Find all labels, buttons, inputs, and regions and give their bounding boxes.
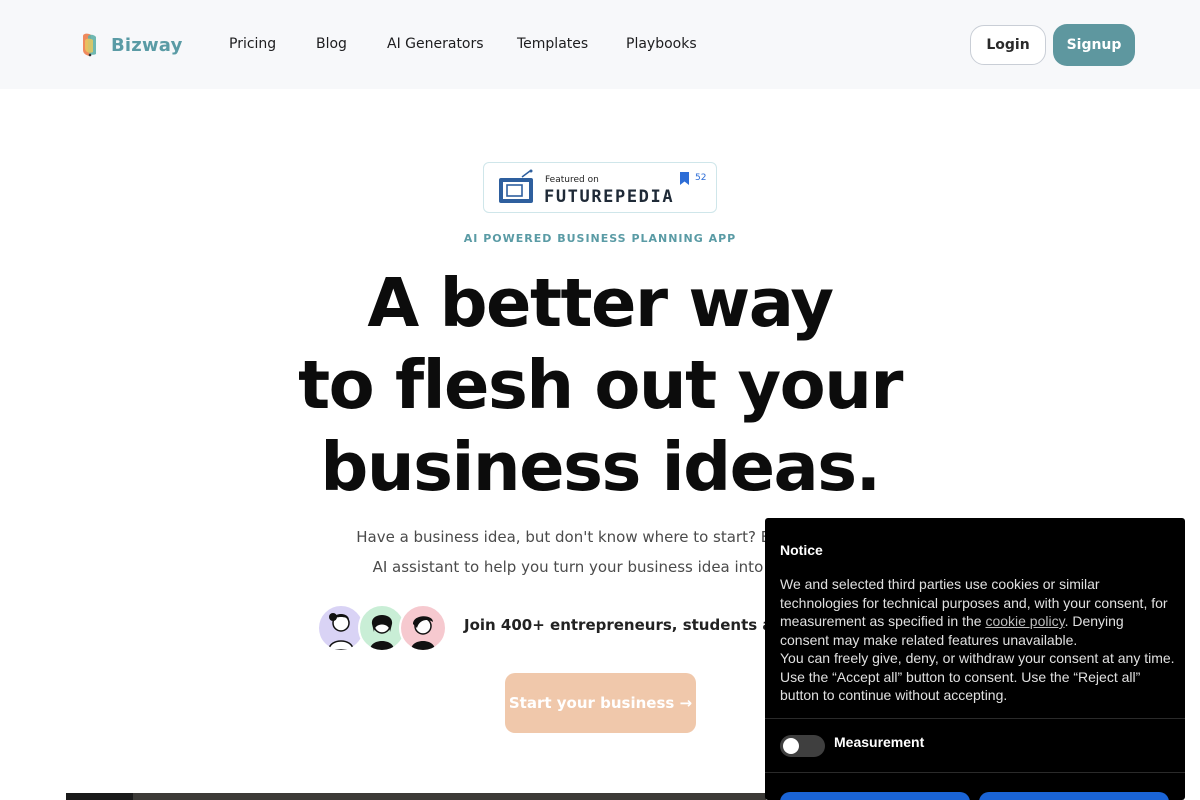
badge-featured-text: Featured on [545,175,599,185]
signup-button[interactable]: Signup [1053,24,1135,66]
person-illustration-icon [370,615,394,650]
hero-title-line: business ideas. [320,428,881,506]
futurepedia-badge[interactable]: Featured on FUTUREPEDIA 52 [483,162,717,213]
nav-playbooks[interactable]: Playbooks [626,36,697,52]
person-illustration-icon [411,616,435,650]
accept-all-button[interactable] [979,792,1169,800]
nav-templates[interactable]: Templates [517,36,588,52]
measurement-toggle[interactable] [780,735,825,757]
notice-title: Notice [780,542,823,558]
person-illustration-icon [328,613,354,650]
site-header: Bizway Pricing Blog AI Generators Templa… [0,0,1200,89]
badge-brand-text: FUTUREPEDIA [544,187,675,207]
brand-name: Bizway [111,34,183,56]
badge-count: 52 [695,173,707,183]
avatar-group [317,604,447,654]
cookie-policy-link[interactable]: cookie policy [985,613,1064,629]
start-business-button[interactable]: Start your business → [505,673,696,733]
measurement-label: Measurement [834,734,925,750]
video-preview-frame [133,793,766,800]
hero-title-line: A better way [367,264,834,342]
hero-title: A better way to flesh out your business … [0,262,1200,508]
bizway-logo-icon [83,33,96,57]
notice-divider [765,718,1185,719]
nav-ai-generators[interactable]: AI Generators [387,36,484,52]
notice-text: You can freely give, deny, or withdraw y… [780,650,1175,666]
notice-divider [765,772,1185,773]
avatar [399,604,447,652]
monitor-icon [499,169,533,203]
bookmark-icon [680,172,689,185]
hero-title-line: to flesh out your [298,346,903,424]
nav-blog[interactable]: Blog [316,36,347,52]
cookie-notice: Notice We and selected third parties use… [765,518,1185,800]
nav-pricing[interactable]: Pricing [229,36,276,52]
reject-all-button[interactable] [780,792,970,800]
notice-text: Use the “Accept all” button to consent. … [780,668,1141,704]
login-button[interactable]: Login [970,25,1046,65]
toggle-knob [783,738,799,754]
hero-kicker: AI POWERED BUSINESS PLANNING APP [463,232,737,245]
brand-logo-link[interactable]: Bizway [79,32,183,58]
notice-body: We and selected third parties use cookie… [780,575,1175,705]
